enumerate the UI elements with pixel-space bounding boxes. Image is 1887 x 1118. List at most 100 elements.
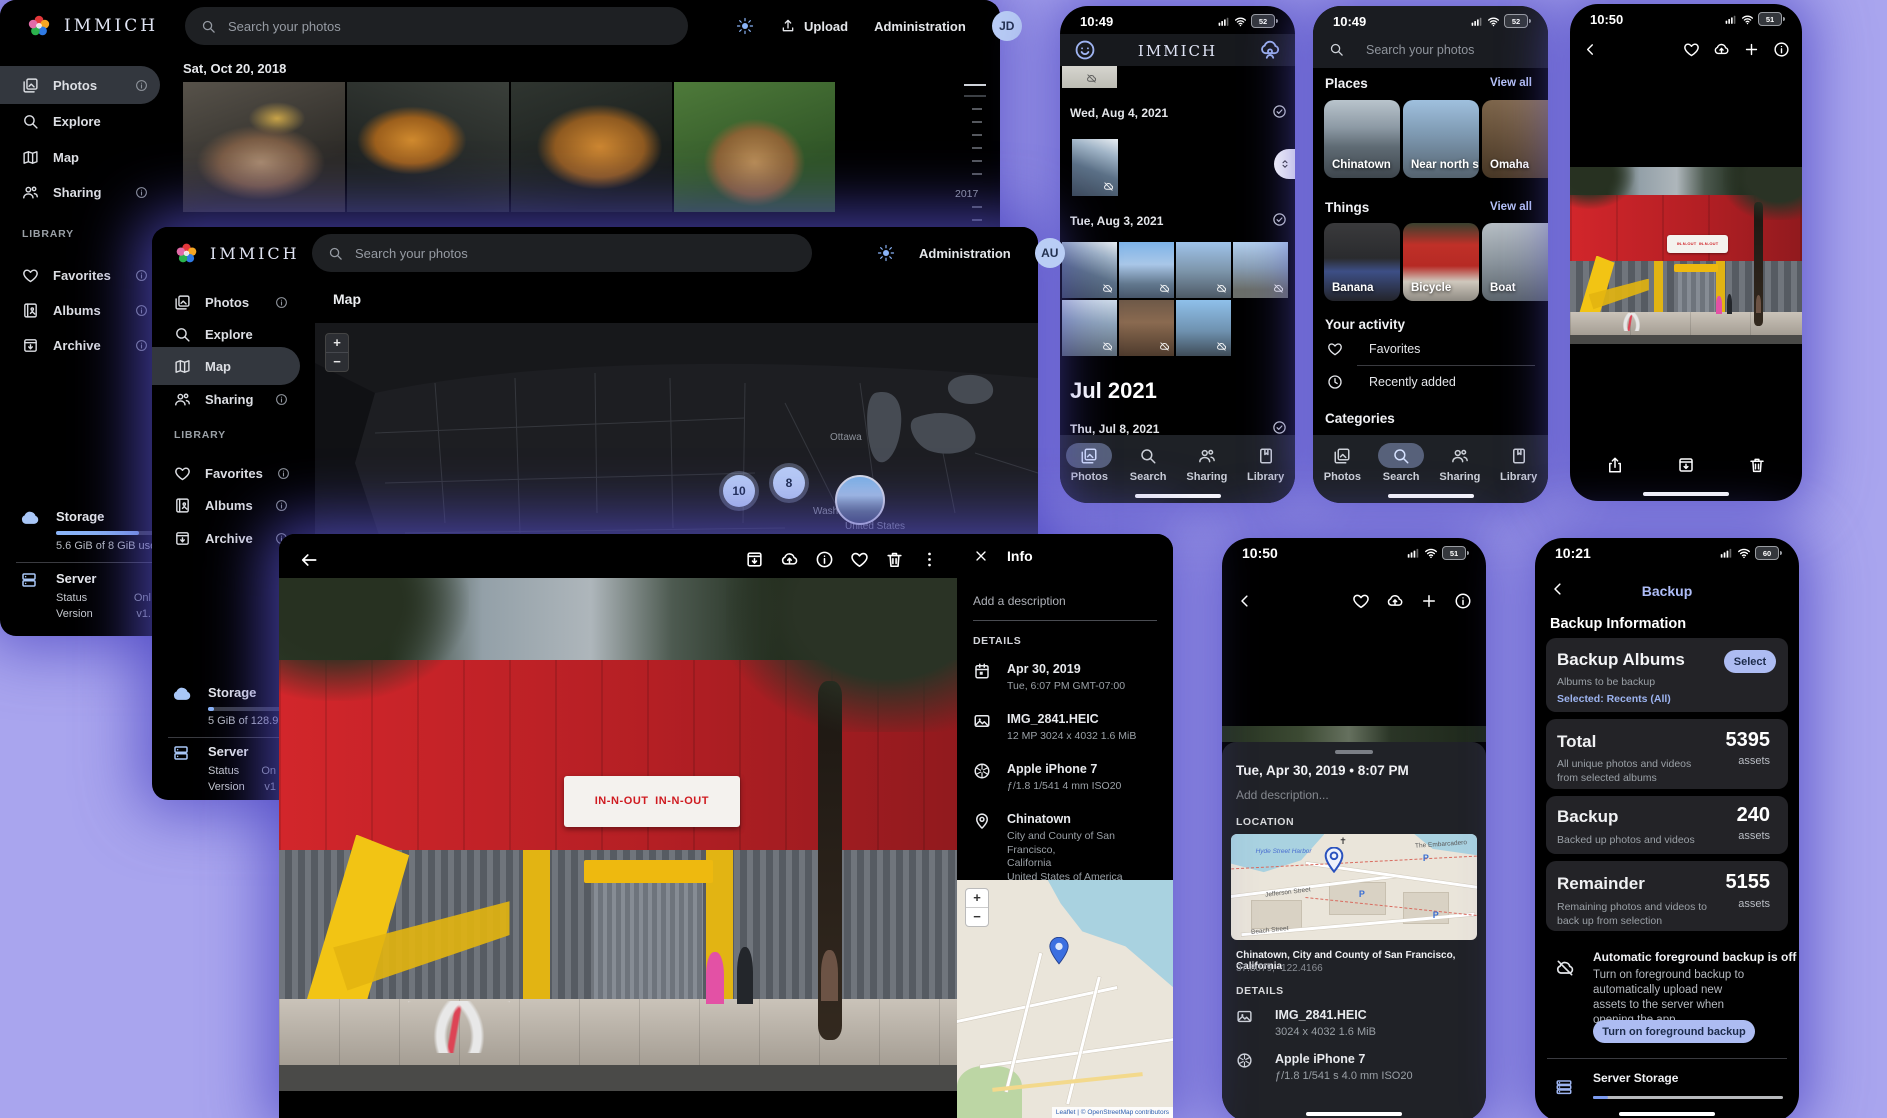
sidebar-item-albums[interactable]: Albums bbox=[0, 291, 160, 329]
map-attribution[interactable]: Leaflet | © OpenStreetMap contributors bbox=[1052, 1107, 1173, 1118]
back-chevron-icon[interactable] bbox=[1236, 592, 1254, 610]
sidebar-item-sharing[interactable]: Sharing bbox=[152, 380, 300, 418]
place-card[interactable]: Near north side bbox=[1403, 100, 1479, 178]
photo-thumbnail[interactable] bbox=[1062, 300, 1117, 356]
info-icon[interactable] bbox=[135, 339, 148, 352]
home-indicator[interactable] bbox=[1619, 1112, 1715, 1116]
administration-link[interactable]: Administration bbox=[919, 246, 1011, 261]
photo-thumbnail[interactable] bbox=[1233, 242, 1288, 298]
select-group-icon[interactable] bbox=[1272, 104, 1287, 119]
thing-card[interactable]: Boat bbox=[1482, 223, 1548, 301]
theme-toggle-icon[interactable] bbox=[736, 17, 754, 35]
trash-icon[interactable] bbox=[1748, 456, 1766, 474]
timeline-scrubber-ticks[interactable] bbox=[972, 108, 982, 186]
photo-thumbnail[interactable] bbox=[183, 82, 345, 212]
map-cluster-marker[interactable]: 10 bbox=[723, 475, 755, 507]
sidebar-item-archive[interactable]: Archive bbox=[0, 326, 160, 364]
info-icon[interactable] bbox=[275, 499, 288, 512]
share-icon[interactable] bbox=[1606, 456, 1624, 474]
timeline-scrubber-handle[interactable] bbox=[964, 84, 986, 97]
photo-thumbnail[interactable] bbox=[511, 82, 672, 212]
recently-added-row[interactable]: Recently added bbox=[1327, 374, 1456, 390]
theme-toggle-icon[interactable] bbox=[877, 244, 895, 262]
home-indicator[interactable] bbox=[1306, 1112, 1402, 1116]
map-photo-marker[interactable] bbox=[835, 475, 885, 525]
photo-thumbnail[interactable] bbox=[1176, 300, 1231, 356]
info-icon[interactable] bbox=[277, 467, 290, 480]
location-place[interactable]: Chinatown bbox=[1007, 812, 1157, 826]
zoom-out-button[interactable]: − bbox=[326, 353, 348, 371]
search-input[interactable]: Search your photos bbox=[1329, 42, 1474, 57]
home-indicator[interactable] bbox=[1643, 492, 1729, 496]
thing-card[interactable]: Bicycle bbox=[1403, 223, 1479, 301]
zoom-out-button[interactable]: − bbox=[966, 908, 988, 926]
upload-cloud-icon[interactable] bbox=[1713, 41, 1730, 58]
back-chevron-icon[interactable] bbox=[1582, 41, 1599, 58]
photo-thumbnail[interactable] bbox=[674, 82, 835, 212]
tab-photos[interactable]: Photos bbox=[1313, 443, 1372, 503]
favorite-icon[interactable] bbox=[1352, 592, 1370, 610]
sidebar-item-sharing[interactable]: Sharing bbox=[0, 173, 160, 211]
zoom-in-button[interactable]: + bbox=[966, 889, 988, 908]
tab-library[interactable]: Library bbox=[1236, 443, 1295, 503]
info-icon[interactable] bbox=[815, 550, 834, 569]
place-card[interactable]: Chinatown bbox=[1324, 100, 1400, 178]
select-group-icon[interactable] bbox=[1272, 212, 1287, 227]
description-input[interactable]: Add description... bbox=[1236, 788, 1329, 802]
archive-icon[interactable] bbox=[1677, 456, 1695, 474]
info-icon[interactable] bbox=[1773, 41, 1790, 58]
info-icon[interactable] bbox=[135, 79, 148, 92]
map-zoom-controls[interactable]: + − bbox=[325, 333, 349, 372]
select-albums-button[interactable]: Select bbox=[1724, 650, 1776, 673]
upload-cloud-icon[interactable] bbox=[1386, 592, 1404, 610]
sidebar-item-photos[interactable]: Photos bbox=[0, 66, 160, 104]
sidebar-item-explore[interactable]: Explore bbox=[0, 102, 160, 140]
backup-cloud-icon[interactable] bbox=[1259, 39, 1281, 61]
photo-thumbnail[interactable] bbox=[1072, 139, 1118, 196]
info-icon[interactable] bbox=[135, 269, 148, 282]
info-icon[interactable] bbox=[275, 393, 288, 406]
search-input[interactable]: Search your photos bbox=[185, 7, 688, 45]
location-map[interactable]: + − Leaflet | © OpenStreetMap contributo… bbox=[957, 880, 1173, 1118]
info-icon[interactable] bbox=[275, 296, 288, 309]
photo-thumbnail[interactable] bbox=[1062, 66, 1117, 88]
favorite-icon[interactable] bbox=[850, 550, 869, 569]
search-input[interactable]: Search your photos bbox=[312, 234, 812, 272]
photo-full-view[interactable]: IN-N-OUT IN-N-OUT bbox=[279, 578, 957, 1091]
home-indicator[interactable] bbox=[1388, 494, 1474, 498]
sidebar-item-archive[interactable]: Archive bbox=[152, 519, 300, 557]
home-indicator[interactable] bbox=[1135, 494, 1221, 498]
photo-thumbnail[interactable] bbox=[1119, 300, 1174, 356]
photo-full-view[interactable]: IN-N-OUT IN-N-OUT bbox=[1570, 167, 1802, 344]
download-icon[interactable] bbox=[780, 550, 799, 569]
photo-thumbnail[interactable] bbox=[1176, 242, 1231, 298]
user-avatar[interactable]: JD bbox=[992, 11, 1022, 41]
user-avatar[interactable]: AU bbox=[1035, 238, 1065, 268]
select-group-icon[interactable] bbox=[1272, 420, 1287, 435]
administration-link[interactable]: Administration bbox=[874, 19, 966, 34]
trash-icon[interactable] bbox=[885, 550, 904, 569]
add-icon[interactable] bbox=[1420, 592, 1438, 610]
photo-thumbnail[interactable] bbox=[1062, 242, 1117, 298]
timeline-drag-scrubber[interactable] bbox=[1274, 149, 1295, 179]
info-icon[interactable] bbox=[135, 186, 148, 199]
photo-thumbnail[interactable] bbox=[1119, 242, 1174, 298]
sidebar-item-map[interactable]: Map bbox=[0, 138, 160, 176]
sheet-drag-handle[interactable] bbox=[1335, 750, 1373, 754]
upload-button[interactable]: Upload bbox=[780, 18, 848, 34]
photo-thumbnail[interactable] bbox=[347, 82, 509, 212]
location-map[interactable]: P P P ✝ Hyde Street Harbor The Embarcade… bbox=[1231, 834, 1477, 940]
thing-card[interactable]: Banana bbox=[1324, 223, 1400, 301]
zoom-in-button[interactable]: + bbox=[326, 334, 348, 353]
favorites-row[interactable]: Favorites bbox=[1327, 341, 1420, 357]
places-view-all-link[interactable]: View all bbox=[1490, 77, 1532, 89]
description-input[interactable]: Add a description bbox=[973, 594, 1066, 608]
favorite-icon[interactable] bbox=[1683, 41, 1700, 58]
close-icon[interactable] bbox=[973, 548, 989, 564]
back-arrow-icon[interactable] bbox=[299, 550, 319, 570]
place-card[interactable]: Omaha bbox=[1482, 100, 1548, 178]
more-options-icon[interactable] bbox=[920, 550, 939, 569]
add-icon[interactable] bbox=[1743, 41, 1760, 58]
things-view-all-link[interactable]: View all bbox=[1490, 201, 1532, 213]
turn-on-backup-button[interactable]: Turn on foreground backup bbox=[1593, 1020, 1755, 1043]
